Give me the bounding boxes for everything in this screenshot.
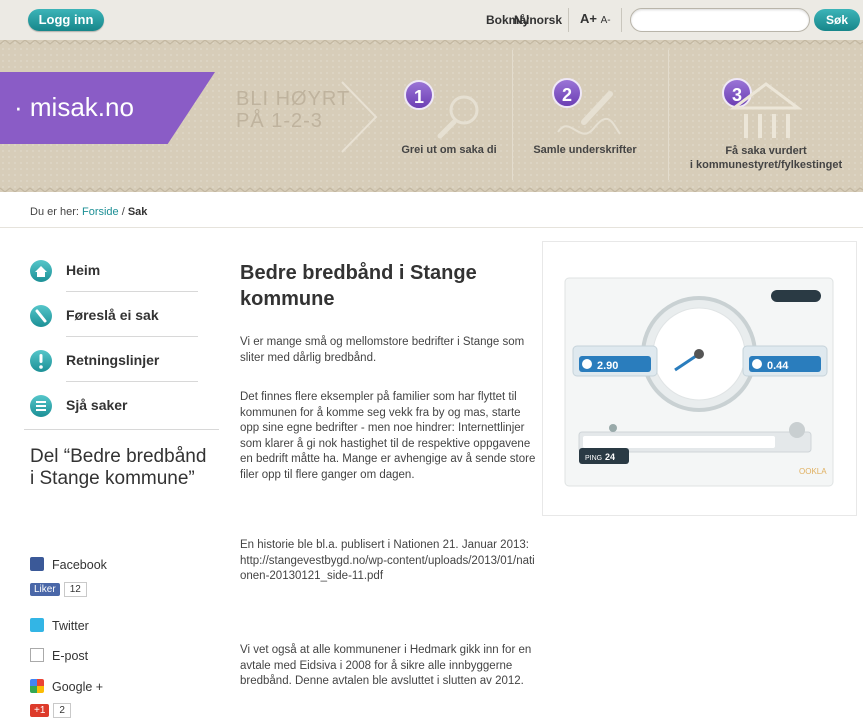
share-label: Facebook	[52, 558, 107, 572]
pencil-icon	[30, 305, 52, 327]
share-label: Twitter	[52, 619, 89, 633]
search-input[interactable]	[630, 8, 810, 32]
share-label: E-post	[52, 649, 89, 663]
envelope-icon	[30, 648, 44, 662]
ookla-logo: OOKLA	[799, 467, 827, 476]
sidebar-item-label: Føreslå ei sak	[66, 307, 159, 323]
top-bar: Logg inn Bokmål Nynorsk A+ A- Søk	[0, 0, 863, 40]
step-3-label-line-1: Få saka vurdert	[725, 145, 807, 157]
divider	[66, 336, 198, 337]
search-button[interactable]: Søk	[814, 9, 860, 31]
chevron-right-icon	[341, 81, 378, 153]
sidebar-item-sja-saker[interactable]: Sjå saker	[30, 391, 198, 427]
exclamation-icon	[30, 350, 52, 372]
step-1-number: 1	[404, 80, 434, 110]
article-text: En historie ble bl.a. publisert i Nation…	[240, 539, 529, 551]
google-icon	[30, 679, 44, 693]
share-heading: Del “Bedre bredbånd i Stange kommune”	[30, 446, 207, 489]
home-icon	[30, 260, 52, 282]
step-3-label: Få saka vurdert i kommunestyret/fylkesti…	[672, 144, 860, 172]
article-paragraph: En historie ble bl.a. publisert i Nation…	[240, 538, 540, 585]
article-paragraph: Vi vet også at alle kommunener i Hedmark…	[240, 644, 532, 687]
breadcrumb-separator: /	[118, 206, 128, 218]
magnifier-icon	[437, 95, 479, 139]
separator	[621, 8, 622, 32]
facebook-like-count: 12	[63, 582, 87, 597]
divider	[66, 291, 198, 292]
step-3-label-line-2: i kommunestyret/fylkestinget	[689, 159, 843, 171]
step-2-label: Samle underskrifter	[533, 144, 637, 156]
tagline: BLI HØYRT PÅ 1-2-3	[236, 88, 350, 132]
font-size-controls: A+ A-	[580, 11, 611, 26]
page-title: Bedre bredbånd i Stange kommune	[240, 262, 477, 310]
gplus-button[interactable]: +1	[30, 704, 50, 717]
breadcrumb-prefix: Du er her:	[30, 206, 79, 218]
share-email-link[interactable]: E-post	[30, 648, 88, 663]
download-speed: 2.90	[597, 360, 618, 372]
zigzag-border	[0, 40, 863, 45]
twitter-icon	[30, 618, 44, 632]
facebook-like-widget: Liker 12	[30, 582, 87, 597]
sidebar-item-label: Retningslinjer	[66, 352, 160, 368]
font-bigger-button[interactable]: A+	[580, 11, 597, 26]
tagline-line-2: PÅ 1-2-3	[236, 110, 323, 132]
breadcrumb-current: Sak	[127, 206, 148, 218]
gplus-count: 2	[53, 703, 71, 718]
sidebar-item-retningslinjer[interactable]: Retningslinjer	[30, 346, 198, 382]
share-google-link[interactable]: Google +	[30, 679, 103, 694]
tagline-line-1: BLI HØYRT	[236, 88, 351, 110]
list-icon	[30, 395, 52, 417]
sidebar-item-label: Heim	[66, 262, 101, 278]
separator	[568, 8, 569, 32]
upload-speed: 0.44	[767, 360, 789, 372]
divider	[24, 429, 219, 430]
share-label: Google +	[52, 680, 104, 694]
divider	[0, 227, 863, 228]
sidebar-item-label: Sjå saker	[66, 397, 128, 413]
town-hall-icon	[729, 82, 803, 138]
divider	[512, 50, 513, 180]
logo-ribbon[interactable]: · misak.no	[0, 72, 215, 144]
ping-value: 24	[605, 452, 615, 462]
sidebar-item-foresla[interactable]: Føreslå ei sak	[30, 301, 198, 337]
ping-label: PING	[585, 455, 602, 462]
zigzag-border	[0, 187, 863, 192]
share-twitter-link[interactable]: Twitter	[30, 618, 89, 633]
divider	[66, 381, 198, 382]
pen-signature-icon	[557, 91, 621, 135]
article-link-text: http://stangevestbygd.no/wp-content/uplo…	[240, 554, 535, 583]
speedtest-graphic: 2.90 0.44 PING 24 OOKLA	[564, 277, 834, 487]
lang-nynorsk-link[interactable]: Nynorsk	[514, 13, 562, 27]
facebook-icon	[30, 557, 44, 571]
gplus-widget: +1 2	[30, 703, 71, 718]
article-paragraph: Det finnes flere eksempler på familier s…	[240, 391, 536, 481]
font-smaller-button[interactable]: A-	[601, 15, 611, 26]
facebook-like-button[interactable]: Liker	[30, 583, 60, 596]
site-logo[interactable]: · misak.no	[14, 92, 134, 123]
login-button[interactable]: Logg inn	[28, 9, 104, 31]
breadcrumb: Du er her: Forside / Sak	[30, 206, 147, 218]
speedtest-image: 2.90 0.44 PING 24 OOKLA	[542, 241, 857, 516]
divider	[668, 50, 669, 180]
banner: · misak.no BLI HØYRT PÅ 1-2-3 1 Grei ut …	[0, 40, 863, 192]
breadcrumb-home-link[interactable]: Forside	[82, 206, 119, 218]
share-facebook-link[interactable]: Facebook	[30, 557, 107, 572]
article-paragraph: Vi er mange små og mellomstore bedrifter…	[240, 336, 525, 364]
sidebar-item-heim[interactable]: Heim	[30, 256, 198, 292]
step-1-label: Grei ut om saka di	[401, 144, 497, 156]
